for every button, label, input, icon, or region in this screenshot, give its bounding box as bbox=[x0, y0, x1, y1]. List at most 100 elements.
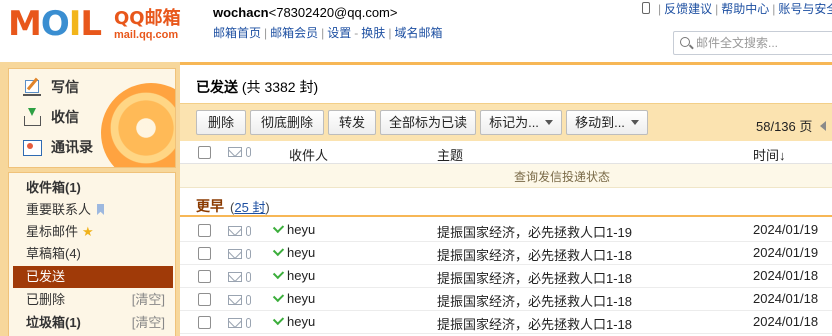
folder-label: 草稿箱(4) bbox=[26, 246, 81, 261]
nav-mail-home[interactable]: 邮箱首页 bbox=[213, 26, 261, 40]
table-row[interactable]: heyu 提振国家经济，必先拯救人口1-19 2024/01/19 bbox=[180, 219, 832, 242]
prev-page-icon[interactable] bbox=[820, 121, 827, 131]
empty-deleted-link[interactable]: [清空] bbox=[132, 289, 165, 311]
folder-label: 重要联系人 bbox=[26, 202, 92, 217]
folder-label: 星标邮件 bbox=[26, 224, 79, 239]
group-count-link[interactable]: 25 封 bbox=[234, 200, 265, 215]
sent-check-icon bbox=[272, 267, 285, 280]
pagination: 58/136 页 bbox=[756, 116, 827, 135]
sent-check-icon bbox=[272, 221, 285, 234]
row-checkbox[interactable] bbox=[198, 224, 211, 237]
envelope-icon bbox=[228, 226, 242, 236]
recipient-name: heyu bbox=[287, 314, 316, 329]
nav-vip[interactable]: 邮箱会员 bbox=[270, 26, 318, 40]
recipient-cell: heyu bbox=[272, 290, 316, 306]
table-row[interactable]: heyu 提振国家经济，必先拯救人口1-18 2024/01/18 bbox=[180, 265, 832, 288]
search-input[interactable] bbox=[696, 35, 832, 51]
paperclip-icon bbox=[246, 318, 251, 328]
contacts-button[interactable]: 通讯录 bbox=[23, 134, 93, 160]
table-header: 收件人 主题 时间↓ bbox=[180, 141, 832, 164]
folder-label: 收件箱(1) bbox=[26, 180, 81, 195]
logo-mail-wordmark: MOIL bbox=[8, 4, 102, 44]
top-nav: 邮箱首页 | 邮箱会员 | 设置 - 换肤 | 域名邮箱 bbox=[213, 26, 443, 40]
folder-inbox[interactable]: 收件箱(1) bbox=[13, 177, 173, 199]
subject-cell[interactable]: 提振国家经济，必先拯救人口1-18 bbox=[437, 268, 632, 287]
subject-cell[interactable]: 提振国家经济，必先拯救人口1-18 bbox=[437, 314, 632, 333]
row-checkbox[interactable] bbox=[198, 270, 211, 283]
compose-icon bbox=[23, 78, 41, 96]
row-checkbox[interactable] bbox=[198, 293, 211, 306]
folder-starred[interactable]: 星标邮件 ★ bbox=[13, 221, 173, 243]
folder-deleted[interactable]: 已删除 [清空] bbox=[13, 289, 173, 311]
compose-button[interactable]: 写信 bbox=[23, 74, 79, 100]
account-info: wochacn<78302420@qq.com> bbox=[213, 5, 397, 20]
folder-sent[interactable]: 已发送 bbox=[13, 266, 173, 288]
contacts-label: 通讯录 bbox=[51, 139, 93, 155]
move-to-dropdown[interactable]: 移动到... bbox=[566, 110, 648, 135]
column-recipient[interactable]: 收件人 bbox=[289, 145, 328, 164]
nav-settings[interactable]: 设置 bbox=[327, 26, 351, 40]
forward-button[interactable]: 转发 bbox=[328, 110, 376, 135]
sidebar: 写信 收信 通讯录 收件箱(1) 重要联系人 星标邮件 ★ 草稿箱(4) 已发送 … bbox=[0, 62, 180, 336]
mark-all-read-button[interactable]: 全部标为已读 bbox=[380, 110, 476, 135]
folder-label: 垃圾箱(1) bbox=[26, 315, 81, 330]
table-row[interactable]: heyu 提振国家经济，必先拯救人口1-18 2024/01/18 bbox=[180, 288, 832, 311]
mark-as-dropdown[interactable]: 标记为... bbox=[480, 110, 562, 135]
nav-skin[interactable]: 换肤 bbox=[361, 26, 385, 40]
search-icon[interactable] bbox=[680, 37, 690, 47]
paperclip-icon bbox=[246, 249, 251, 259]
feedback-link[interactable]: 反馈建议 bbox=[664, 2, 712, 16]
row-checkbox[interactable] bbox=[198, 247, 211, 260]
recipient-name: heyu bbox=[287, 245, 316, 260]
compose-label: 写信 bbox=[51, 79, 79, 95]
recipient-name: heyu bbox=[287, 291, 316, 306]
group-count-close: ) bbox=[265, 200, 270, 215]
paperclip-icon bbox=[246, 226, 251, 236]
help-link[interactable]: 帮助中心 bbox=[721, 2, 769, 16]
empty-spam-link[interactable]: [清空] bbox=[132, 312, 165, 334]
mail-count: (共 3382 封) bbox=[241, 79, 319, 95]
folder-label: 已删除 bbox=[26, 292, 66, 307]
time-cell: 2024/01/19 bbox=[753, 222, 819, 237]
logo-text: QQ邮箱 mail.qq.com bbox=[114, 8, 204, 42]
folder-drafts[interactable]: 草稿箱(4) bbox=[13, 243, 173, 265]
mark-as-label: 标记为... bbox=[489, 115, 539, 130]
page-title: 已发送 bbox=[196, 79, 238, 95]
row-checkbox[interactable] bbox=[198, 316, 211, 329]
qq-mail-logo[interactable]: MOIL bbox=[8, 4, 102, 44]
brand-name: QQ邮箱 bbox=[114, 8, 181, 29]
recipient-cell: heyu bbox=[272, 221, 315, 237]
recipient-cell: heyu bbox=[272, 267, 315, 283]
column-time[interactable]: 时间↓ bbox=[753, 145, 786, 164]
subject-cell[interactable]: 提振国家经济，必先拯救人口1-18 bbox=[437, 245, 632, 264]
account-security-link[interactable]: 账号与安全 bbox=[778, 2, 832, 16]
chevron-down-icon bbox=[630, 120, 639, 125]
select-all-checkbox[interactable] bbox=[198, 146, 211, 159]
phone-icon[interactable] bbox=[642, 2, 650, 14]
subject-cell[interactable]: 提振国家经济，必先拯救人口1-19 bbox=[437, 222, 632, 241]
mail-list-panel: 已发送 (共 3382 封) 删除 彻底删除 转发 全部标为已读 标记为... … bbox=[180, 62, 832, 336]
table-row[interactable]: heyu 提振国家经济，必先拯救人口1-18 2024/01/19 bbox=[180, 242, 832, 265]
subject-cell[interactable]: 提振国家经济，必先拯救人口1-18 bbox=[437, 291, 632, 310]
recipient-cell: heyu bbox=[272, 244, 316, 260]
folder-label: 已发送 bbox=[26, 269, 66, 284]
paperclip-icon bbox=[246, 272, 251, 282]
recipient-cell: heyu bbox=[272, 313, 316, 329]
folder-spam[interactable]: 垃圾箱(1) [清空] bbox=[13, 312, 173, 334]
delete-button[interactable]: 删除 bbox=[196, 110, 246, 135]
table-row[interactable]: heyu 提振国家经济，必先拯救人口1-18 2024/01/18 bbox=[180, 311, 832, 334]
envelope-icon bbox=[228, 318, 242, 328]
receive-button[interactable]: 收信 bbox=[23, 104, 79, 130]
quick-actions-panel: 写信 收信 通讯录 bbox=[8, 68, 176, 168]
time-cell: 2024/01/18 bbox=[753, 314, 819, 329]
mail-search-box[interactable] bbox=[673, 31, 832, 55]
folder-important-contacts[interactable]: 重要联系人 bbox=[13, 199, 173, 221]
delivery-status-link[interactable]: 查询发信投递状态 bbox=[514, 168, 610, 185]
column-subject[interactable]: 主题 bbox=[437, 145, 463, 164]
receive-label: 收信 bbox=[51, 109, 79, 125]
nav-domain-mail[interactable]: 域名邮箱 bbox=[394, 26, 442, 40]
folder-list: 收件箱(1) 重要联系人 星标邮件 ★ 草稿箱(4) 已发送 已删除 [清空] 垃… bbox=[8, 172, 176, 336]
envelope-icon bbox=[228, 272, 242, 282]
time-cell: 2024/01/18 bbox=[753, 291, 819, 306]
permanent-delete-button[interactable]: 彻底删除 bbox=[250, 110, 324, 135]
